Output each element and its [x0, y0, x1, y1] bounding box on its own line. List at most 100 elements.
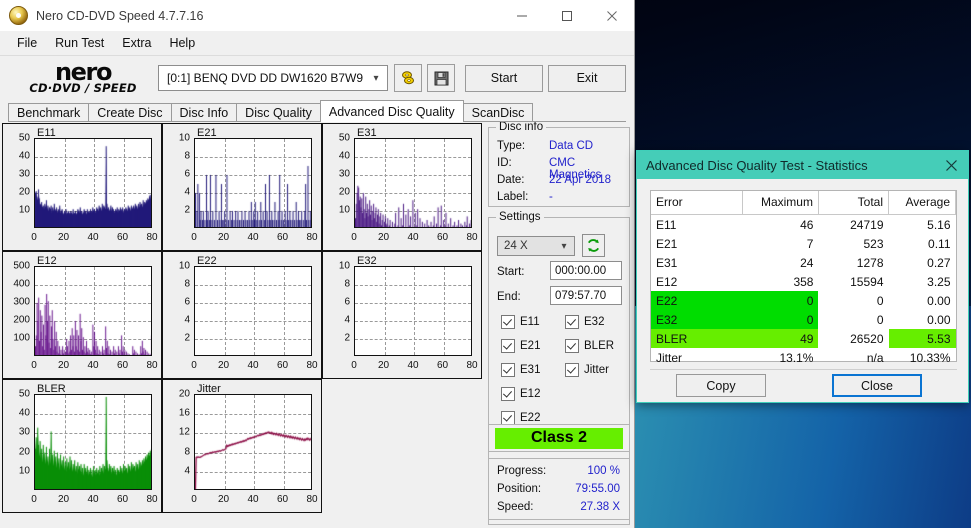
chart-series-canvas [35, 395, 151, 489]
chart-y-tick: 4 [184, 314, 190, 326]
table-row[interactable]: E21 7 523 0.11 [651, 234, 956, 253]
chart-e31: E31 10 20 30 40 50 0 20 40 60 80 [322, 123, 482, 251]
table-row[interactable]: Jitter 13.1% n/a 10.33% [651, 348, 956, 367]
minimize-icon[interactable] [499, 0, 544, 31]
chart-y-tick: 10 [18, 204, 30, 216]
table-row[interactable]: BLER 49 26520 5.53 [651, 329, 956, 348]
table-row[interactable]: E22 0 0 0.00 [651, 291, 956, 310]
cell-total: n/a [866, 350, 884, 365]
chart-x-tick: 0 [31, 232, 37, 243]
chart-y-tick: 100 [13, 332, 30, 344]
drive-select[interactable]: [0:1] BENQ DVD DD DW1620 B7W9 ▾ [158, 65, 388, 91]
end-time-label: End: [497, 291, 521, 303]
eject-disc-icon[interactable] [394, 64, 422, 92]
menu-item-file[interactable]: File [8, 34, 46, 52]
checkbox-e12[interactable]: E12 [501, 387, 540, 401]
menu-item-run-test[interactable]: Run Test [46, 34, 113, 52]
chart-y-tick: 300 [13, 296, 30, 308]
checkbox-e11[interactable]: E11 [501, 315, 540, 329]
statistics-table: Error Maximum Total Average E11 46 24719 5.… [651, 191, 956, 367]
cell-total: 1278 [856, 255, 884, 270]
toolbar: nero CD·DVD ∕ SPEED [0:1] BENQ DVD DD DW… [0, 56, 634, 100]
menu-item-help[interactable]: Help [160, 34, 204, 52]
chart-plot-area [354, 266, 472, 356]
checkbox-e32[interactable]: E32 [565, 315, 604, 329]
table-row[interactable]: E11 46 24719 5.16 [651, 215, 956, 235]
close-icon[interactable] [589, 0, 634, 31]
chart-y-tick: 6 [344, 296, 350, 308]
speed-label: Speed: [497, 501, 534, 513]
tab-advanced-disc-quality[interactable]: Advanced Disc Quality [319, 100, 464, 122]
statistics-dialog-footer: Copy Close [650, 369, 957, 398]
refresh-icon[interactable] [582, 234, 605, 257]
checkbox-bler[interactable]: BLER [565, 339, 614, 353]
nero-disc-icon [9, 6, 28, 25]
cell-average: 5.16 [927, 217, 951, 232]
chart-x-tick: 40 [87, 232, 99, 243]
checkbox-icon [501, 315, 515, 329]
tabstrip-underline [8, 121, 626, 122]
table-header-row: Error Maximum Total Average [651, 191, 956, 215]
cell-average: 10.33% [909, 350, 951, 365]
copy-button[interactable]: Copy [676, 374, 766, 397]
chart-plot-area [194, 394, 312, 490]
checkbox-label: E21 [520, 340, 541, 352]
disc-info-group: Disc info Type: Data CD ID: CMC Magnetic… [488, 121, 630, 207]
cell-total: 24719 [850, 217, 884, 232]
floppy-save-icon[interactable] [427, 64, 455, 92]
end-time-input[interactable]: 079:57.70 [550, 286, 622, 305]
nero-main-window: Nero CD-DVD Speed 4.7.7.16 File Run Test… [0, 0, 635, 528]
table-row[interactable]: E32 0 0 0.00 [651, 310, 956, 329]
chart-y-tick: 20 [18, 186, 30, 198]
chart-x-tick: 60 [116, 494, 129, 505]
window-titlebar: Nero CD-DVD Speed 4.7.7.16 [0, 0, 634, 31]
chart-x-tick: 40 [87, 360, 99, 371]
speed-select[interactable]: 24 X ▾ [497, 236, 575, 256]
chart-y-tick: 6 [184, 168, 190, 180]
chart-y-tick: 8 [184, 150, 190, 162]
checkbox-jitter[interactable]: Jitter [565, 363, 609, 377]
column-header-total: Total [818, 191, 890, 215]
tab-create-disc[interactable]: Create Disc [88, 103, 172, 122]
chart-e22: E22 2 4 6 8 10 0 20 40 60 80 [162, 251, 322, 379]
start-button[interactable]: Start [465, 64, 543, 92]
table-row[interactable]: E12 358 15594 3.25 [651, 272, 956, 291]
cell-maximum: 0 [742, 310, 819, 329]
chart-y-tick: 16 [178, 407, 190, 419]
cell-total: 0 [876, 293, 884, 308]
start-time-input[interactable]: 000:00.00 [550, 261, 622, 280]
checkbox-e22[interactable]: E22 [501, 411, 540, 425]
chart-series-canvas [355, 267, 471, 355]
close-button[interactable]: Close [832, 374, 922, 397]
chart-x-tick: 80 [466, 232, 478, 243]
chart-jitter: Jitter 4 8 12 16 20 0 20 40 60 80 [162, 379, 322, 513]
cell-total: 523 [863, 236, 884, 251]
chart-y-tick: 40 [338, 150, 350, 162]
checkbox-label: E22 [520, 412, 541, 424]
settings-legend: Settings [496, 211, 544, 223]
chart-x-tick: 40 [407, 360, 419, 371]
cell-error: E11 [656, 217, 677, 232]
tab-scandisc[interactable]: ScanDisc [462, 103, 534, 122]
checkbox-e31[interactable]: E31 [501, 363, 540, 377]
close-icon[interactable] [934, 151, 968, 179]
cell-error: E12 [656, 274, 678, 289]
chart-y-tick: 4 [184, 465, 190, 477]
maximize-icon[interactable] [544, 0, 589, 31]
tab-disc-info[interactable]: Disc Info [170, 103, 238, 122]
table-row[interactable]: E31 24 1278 0.27 [651, 253, 956, 272]
checkbox-e21[interactable]: E21 [501, 339, 540, 353]
menu-item-extra[interactable]: Extra [113, 34, 160, 52]
chart-e12: E12 100 200 300 400 500 0 20 40 60 80 [2, 251, 162, 379]
chart-y-tick: 400 [13, 278, 30, 290]
cell-error: E22 [651, 291, 743, 310]
tab-benchmark[interactable]: Benchmark [8, 103, 90, 122]
chart-y-tick: 10 [338, 204, 350, 216]
chart-y-tick: 4 [344, 314, 350, 326]
exit-button[interactable]: Exit [548, 64, 626, 92]
chart-e32: E32 2 4 6 8 10 0 20 40 60 80 [322, 251, 482, 379]
chart-x-tick: 80 [146, 360, 158, 371]
tab-disc-quality[interactable]: Disc Quality [236, 103, 321, 122]
chart-x-tick: 60 [276, 232, 289, 243]
chart-x-tick: 40 [87, 494, 99, 505]
